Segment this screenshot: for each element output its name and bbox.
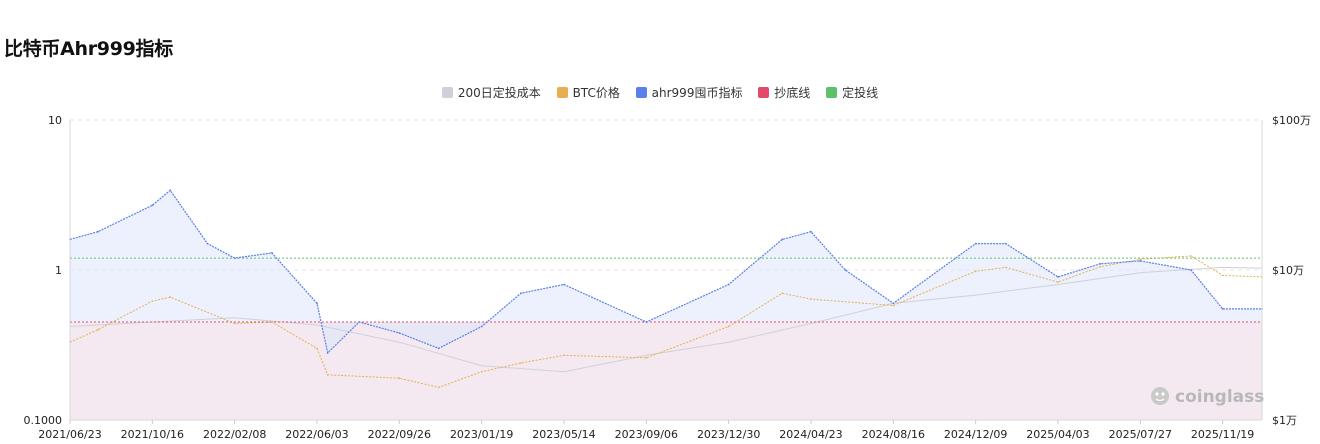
x-tick-label: 2022/02/08 — [203, 428, 266, 441]
x-tick-label: 2022/09/26 — [368, 428, 431, 441]
ahr999-point[interactable] — [892, 302, 895, 305]
ahr999-point[interactable] — [316, 302, 318, 305]
btc-price-point[interactable] — [974, 270, 977, 273]
x-tick-label: 2024/12/09 — [944, 428, 1007, 441]
ahr999-point[interactable] — [563, 283, 565, 286]
btc-price-point[interactable] — [97, 328, 99, 331]
btc-price-point[interactable] — [1057, 281, 1059, 283]
ahr999-chart[interactable]: 10 1 0.1000 $100万 $10万 $1万 2021/06/23 2021/10/1… — [0, 0, 1320, 444]
btc-price-point[interactable] — [810, 298, 812, 300]
btc-price-point[interactable] — [520, 362, 522, 364]
ahr999-point[interactable] — [326, 352, 329, 354]
btc-price-point[interactable] — [316, 347, 318, 350]
y-right-tick-label: $100万 — [1272, 114, 1311, 127]
btc-price-point[interactable] — [1221, 274, 1224, 277]
btc-price-point[interactable] — [1099, 266, 1101, 268]
btc-price-point[interactable] — [892, 304, 895, 307]
ahr999-point[interactable] — [437, 347, 440, 350]
ahr999-point[interactable] — [1190, 269, 1192, 271]
btc-price-point[interactable] — [271, 321, 273, 323]
ahr999-point[interactable] — [727, 283, 730, 286]
btc-price-point[interactable] — [727, 325, 730, 328]
btc-price-point[interactable] — [1139, 258, 1142, 261]
x-tick-label: 2023/05/14 — [532, 428, 595, 441]
y-right-tick-label: $10万 — [1272, 264, 1304, 277]
x-tick-label: 2025/07/27 — [1109, 428, 1172, 441]
ahr999-point[interactable] — [1004, 242, 1007, 245]
ahr999-point[interactable] — [810, 230, 812, 233]
y-left-tick-label: 10 — [48, 114, 62, 127]
ahr999-point[interactable] — [645, 321, 648, 323]
x-tick-label: 2025/11/19 — [1191, 428, 1254, 441]
x-tick-label: 2021/06/23 — [38, 428, 101, 441]
btc-price-point[interactable] — [645, 357, 648, 359]
x-tick-label: 2024/04/23 — [779, 428, 842, 441]
btc-price-point[interactable] — [233, 322, 236, 325]
ahr999-point[interactable] — [233, 257, 236, 259]
coinglass-logo-icon — [1151, 387, 1169, 405]
x-tick-label: 2023/09/06 — [615, 428, 678, 441]
x-tick-label: 2023/12/30 — [697, 428, 760, 441]
btc-price-point[interactable] — [480, 370, 483, 373]
ahr999-point[interactable] — [520, 292, 522, 295]
x-tick-label: 2023/01/19 — [450, 428, 513, 441]
x-tick-label: 2022/06/03 — [285, 428, 348, 441]
ahr999-point[interactable] — [358, 321, 361, 323]
y-left-tick-label: 1 — [55, 264, 62, 277]
btc-price-point[interactable] — [398, 377, 401, 380]
ahr999-point[interactable] — [844, 269, 847, 271]
btc-price-point[interactable] — [437, 386, 440, 389]
x-tick-label: 2025/04/03 — [1026, 428, 1089, 441]
x-tick-label: 2021/10/16 — [121, 428, 184, 441]
btc-price-point[interactable] — [563, 354, 565, 357]
x-tick-label: 2024/08/16 — [862, 428, 925, 441]
btc-price-point[interactable] — [1004, 266, 1007, 269]
ahr999-point[interactable] — [398, 332, 401, 334]
ahr999-point[interactable] — [480, 325, 483, 328]
bottom-zone-fill — [70, 322, 1262, 420]
ahr999-point[interactable] — [151, 204, 154, 207]
btc-price-point[interactable] — [169, 296, 171, 298]
y-right-tick-label: $1万 — [1272, 414, 1297, 427]
watermark-text: coinglass — [1175, 387, 1264, 407]
btc-price-point[interactable] — [1190, 255, 1192, 257]
ahr999-point[interactable] — [271, 252, 273, 254]
btc-price-point[interactable] — [781, 292, 784, 295]
ahr999-point[interactable] — [1139, 260, 1142, 262]
ahr999-point[interactable] — [206, 242, 209, 245]
btc-price-point[interactable] — [151, 300, 154, 302]
btc-price-point[interactable] — [326, 374, 329, 376]
ahr999-point[interactable] — [974, 242, 977, 245]
ahr999-point[interactable] — [1057, 276, 1059, 278]
ahr999-point[interactable] — [1221, 308, 1224, 310]
ahr999-point[interactable] — [97, 230, 99, 233]
y-left-tick-label: 0.1000 — [24, 414, 63, 427]
ahr999-point[interactable] — [781, 238, 784, 241]
ahr999-point[interactable] — [169, 189, 172, 192]
ahr999-point[interactable] — [1099, 262, 1102, 265]
